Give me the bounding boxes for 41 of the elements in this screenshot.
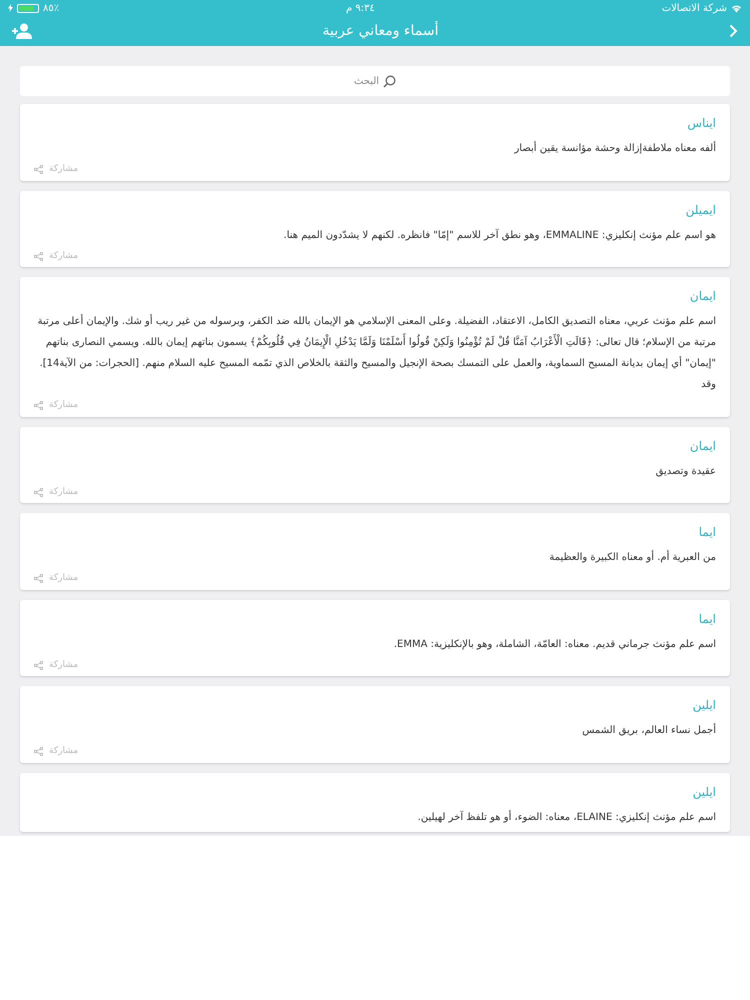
name-title[interactable]: ايمان bbox=[690, 436, 716, 454]
name-meaning: أجمل نساء العالم، بريق الشمس bbox=[582, 722, 716, 738]
battery-percent: ٪٨٥ bbox=[43, 2, 60, 16]
share-icon bbox=[34, 401, 43, 410]
share-icon bbox=[34, 252, 43, 261]
share-icon bbox=[34, 488, 43, 497]
name-title[interactable]: ايلين bbox=[692, 782, 716, 800]
share-button[interactable]: مشاركة bbox=[34, 572, 78, 586]
share-icon bbox=[34, 165, 43, 174]
name-meaning: اسم علم مؤنث عربي، معناه التصديق الكامل، الاعتقاد، الفضيلة. وعلى المعنى الإسلامي هو الإيمان بالله ضد الكفر، وبرسوله من غير ريب أو شك. والإيمان أعلى مرتبة مرتبة من الإسلام؛ قال تعالى: ﴿قَالَتِ الْأَعْرَابُ آمَنَّا قُلْ لَمْ تُؤْمِنُوا وَلَكِنْ قُولُوا أَسْلَمْنَا وَلَمَّا يَدْخُلِ الْإِيمَانُ فِي قُلُوبِكُمْ﴾ يسمون بناتهم إيمان بالله. ويسمي النصارى بناتهم "إيمان" أي إيمان بديانة المسيح السماوية، والعمل على التمسك بصحة الإنجيل والمسيح والثقة بالخلاص الذي تمّمه المسيح عليه السلام منهم. [الحجرات: من الآية14]. وقد bbox=[36, 313, 716, 392]
share-button[interactable]: مشاركة bbox=[34, 163, 78, 176]
share-button[interactable]: مشاركة bbox=[34, 745, 78, 758]
search-icon bbox=[383, 74, 396, 88]
name-meaning: هو اسم علم مؤنث إنكليزي: EMMALINE، وهو نطق آخر للاسم "إمّا" فانظره. لكنهم لا يشدّدون الميم هنا. bbox=[284, 228, 716, 242]
carrier-name: شركة الاتصالات bbox=[662, 2, 727, 16]
add-user-icon[interactable] bbox=[12, 23, 32, 39]
name-meaning: ألفه معناه ملاطفةإزالة وحشة مؤانسة يقين أبصار bbox=[514, 140, 716, 156]
name-meaning: اسم علم مؤنث إنكليزي: ELAINE، معناه: الضوء، أو هو تلفظ آخر لهيلين. bbox=[418, 809, 716, 824]
share-button[interactable]: مشاركة bbox=[34, 658, 78, 672]
name-title[interactable]: ايما bbox=[698, 610, 716, 628]
share-icon bbox=[34, 574, 43, 584]
name-title[interactable]: ايناس bbox=[687, 114, 716, 132]
search-field[interactable]: البحث bbox=[20, 66, 730, 96]
share-button[interactable]: مشاركة bbox=[34, 250, 78, 263]
charging-icon bbox=[8, 4, 14, 12]
name-title[interactable]: ايلين bbox=[692, 696, 716, 714]
name-meaning: اسم علم مؤنث جرماني قديم. معناه: العامّة، الشاملة، وهو بالإنكليزية: EMMA. bbox=[394, 638, 716, 652]
name-title[interactable]: ايمان bbox=[690, 287, 716, 305]
status-time: ٩:٣٤ م bbox=[346, 2, 375, 16]
name-meaning: عقيدة وتصديق bbox=[656, 464, 716, 478]
share-button[interactable]: مشاركة bbox=[34, 486, 78, 499]
wifi-icon bbox=[731, 4, 742, 12]
name-meaning: من العبرية أم. أو معناه الكبيرة والعظيمة bbox=[549, 549, 716, 565]
share-button[interactable]: مشاركة bbox=[34, 399, 78, 412]
chevron-right-icon[interactable] bbox=[728, 24, 738, 38]
page-title: أسماء ومعاني عربية bbox=[322, 20, 438, 40]
name-title[interactable]: ايميلن bbox=[686, 200, 716, 218]
share-icon bbox=[34, 660, 43, 670]
name-title[interactable]: ايما bbox=[698, 523, 716, 541]
share-icon bbox=[34, 747, 43, 756]
battery-icon bbox=[17, 4, 40, 12]
